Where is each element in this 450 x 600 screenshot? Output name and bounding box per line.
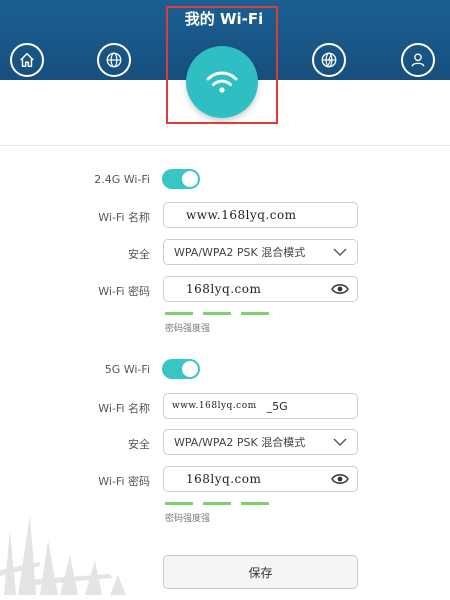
eye-icon[interactable] [331,282,349,296]
wifi5-password-label: Wi-Fi 密码 [98,475,150,488]
wifi24-name-label: Wi-Fi 名称 [98,211,150,224]
wifi5-password-input[interactable]: 168lyq.com [163,466,358,492]
toggle-knob [182,171,198,187]
brush-watermark [0,515,126,595]
network-globe-icon [321,52,337,68]
wifi5-password-value: 168lyq.com [186,472,262,486]
home-nav-button[interactable] [10,43,44,77]
wifi24-security-select[interactable]: WPA/WPA2 PSK 混合模式 [163,239,358,265]
wifi5-security-label: 安全 [128,438,150,451]
internet-nav-button[interactable] [97,43,131,77]
strength-bar-1 [165,502,193,505]
wifi5-strength-text: 密码强度强 [165,514,211,524]
wifi5-name-label: Wi-Fi 名称 [98,402,150,415]
user-icon [411,53,425,67]
globe-icon [106,52,122,68]
wifi5-label: 5G Wi-Fi [104,363,150,376]
wifi24-toggle[interactable] [162,169,200,189]
save-button[interactable]: 保存 [163,555,358,589]
wifi24-name-value: www.168lyq.com [186,208,297,222]
wifi24-name-input[interactable]: www.168lyq.com [163,202,358,228]
wifi24-security-label: 安全 [128,248,150,261]
wifi5-name-input[interactable]: www.168lyq.com _5G [163,393,358,419]
chevron-down-icon [333,438,347,446]
wifi24-security-value: WPA/WPA2 PSK 混合模式 [174,246,306,259]
wifi5-name-suffix: _5G [266,399,288,413]
wifi5-name-value: www.168lyq.com [172,401,257,411]
selection-highlight-box [166,6,278,124]
home-icon [20,52,34,68]
strength-bar-2 [203,502,231,505]
wifi5-security-value: WPA/WPA2 PSK 混合模式 [174,436,306,449]
wifi24-password-label: Wi-Fi 密码 [98,285,150,298]
wifi5-security-select[interactable]: WPA/WPA2 PSK 混合模式 [163,429,358,455]
chevron-down-icon [333,248,347,256]
strength-bar-2 [203,312,231,315]
strength-bar-3 [241,502,269,505]
wifi5-toggle[interactable] [162,359,200,379]
wifi24-password-value: 168lyq.com [186,282,262,296]
wifi24-label: 2.4G Wi-Fi [94,173,150,186]
eye-icon[interactable] [331,472,349,486]
toggle-knob [182,361,198,377]
strength-bar-3 [241,312,269,315]
wifi24-password-input[interactable]: 168lyq.com [163,276,358,302]
account-nav-button[interactable] [401,43,435,77]
network-nav-button[interactable] [312,43,346,77]
wifi24-strength-text: 密码强度强 [165,324,211,334]
strength-bar-1 [165,312,193,315]
